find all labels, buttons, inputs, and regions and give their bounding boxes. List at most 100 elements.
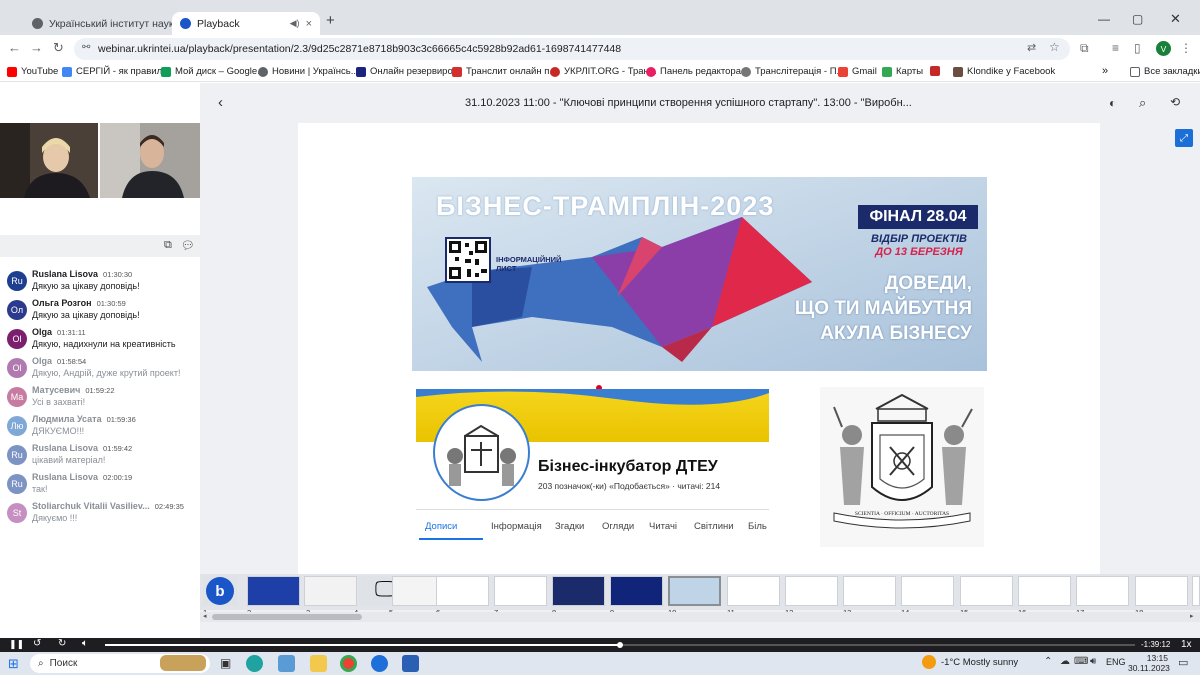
- extensions-icon[interactable]: ⧉: [1080, 41, 1089, 56]
- tab-info[interactable]: Інформація: [491, 521, 542, 532]
- tab-photos[interactable]: Світлини: [694, 521, 734, 532]
- bookmark-item[interactable]: [930, 66, 940, 76]
- bookmark-item[interactable]: Карты: [882, 66, 923, 77]
- forward-icon[interactable]: ↻: [58, 638, 66, 649]
- rewind-icon[interactable]: ↺: [33, 638, 41, 649]
- windows-start-icon[interactable]: ⊞: [8, 656, 19, 672]
- network-icon[interactable]: ⌨: [1074, 656, 1088, 667]
- cloud-icon[interactable]: ☁: [1060, 656, 1070, 667]
- search-icon[interactable]: ⌕: [1139, 95, 1146, 111]
- bookmark-item[interactable]: Транслит онлайн п...: [452, 66, 557, 77]
- weather-icon[interactable]: [922, 655, 936, 669]
- thumbnail-3[interactable]: [304, 576, 357, 606]
- copy-icon[interactable]: ⧉: [164, 239, 172, 252]
- theme-toggle-icon[interactable]: ◐: [1109, 96, 1116, 110]
- tab-playback[interactable]: Playback ◀) ×: [172, 12, 320, 35]
- progress-handle[interactable]: [617, 642, 623, 648]
- reload-icon[interactable]: ↻: [53, 40, 64, 56]
- thumbnails-scrollbar[interactable]: ◂ ▸: [200, 612, 1200, 622]
- site-info-icon[interactable]: ⚯: [82, 42, 90, 53]
- translate-icon[interactable]: ⇄: [1027, 41, 1036, 54]
- tray-chevron-icon[interactable]: ⌃: [1044, 656, 1052, 667]
- scroll-left-icon[interactable]: ◂: [203, 612, 207, 620]
- thumbnail-8[interactable]: [552, 576, 605, 606]
- task-view-icon[interactable]: ▣: [220, 656, 231, 670]
- scroll-right-icon[interactable]: ▸: [1190, 612, 1194, 620]
- scrollbar-thumb[interactable]: [212, 614, 362, 620]
- back-chevron-icon[interactable]: ‹: [218, 94, 223, 111]
- chrome-icon[interactable]: [340, 655, 357, 672]
- thumbnail-15[interactable]: [960, 576, 1013, 606]
- thumbnail-19[interactable]: [1192, 576, 1200, 606]
- tab-ukrintei[interactable]: Український інститут науково- ×: [24, 12, 172, 35]
- minimize-button[interactable]: —: [1098, 12, 1110, 26]
- bookmark-item[interactable]: Мой диск – Google...: [161, 66, 265, 77]
- bookmark-item[interactable]: Новини | Українсь...: [258, 66, 359, 77]
- bookmark-item[interactable]: Gmail: [838, 66, 877, 77]
- file-explorer-icon[interactable]: [310, 655, 327, 672]
- clock[interactable]: 13:15 30.11.2023: [1128, 653, 1170, 673]
- thumbnail-11[interactable]: [727, 576, 780, 606]
- tab-followers[interactable]: Читачі: [649, 521, 677, 532]
- tab-title: Playback: [197, 17, 240, 30]
- notifications-icon[interactable]: ▭: [1178, 656, 1188, 669]
- message-text: Усі в захваті!: [32, 397, 86, 407]
- edge-icon[interactable]: [246, 655, 263, 672]
- all-bookmarks-button[interactable]: Все закладки: [1130, 66, 1200, 77]
- language-indicator[interactable]: ENG: [1106, 657, 1126, 667]
- thumbnail-1[interactable]: b: [203, 576, 237, 606]
- app-icon[interactable]: [371, 655, 388, 672]
- weather-text[interactable]: -1°C Mostly sunny: [941, 657, 1018, 668]
- bookmark-item[interactable]: Klondike у Facebook: [953, 66, 1055, 77]
- menu-icon[interactable]: ⋮: [1180, 41, 1192, 55]
- bookmark-item[interactable]: Транслітерація - П...: [741, 66, 844, 77]
- bookmark-item[interactable]: Онлайн резервиро...: [356, 66, 461, 77]
- tab-more[interactable]: Біль: [748, 521, 767, 532]
- playback-speed[interactable]: 1x: [1181, 639, 1192, 650]
- thumbnail-7[interactable]: [494, 576, 547, 606]
- pause-icon[interactable]: ❚❚: [9, 639, 24, 650]
- thumbnail-17[interactable]: [1076, 576, 1129, 606]
- chat-bubble-icon[interactable]: 💬︎: [181, 239, 195, 252]
- star-icon[interactable]: ☆: [1049, 40, 1060, 54]
- volume-icon[interactable]: 🔈︎: [82, 638, 88, 649]
- thumbnail-16[interactable]: [1018, 576, 1071, 606]
- thumbnail-9[interactable]: [610, 576, 663, 606]
- forward-icon[interactable]: →: [30, 40, 43, 55]
- progress-track[interactable]: [105, 642, 1135, 648]
- sender-name: Ruslana Lisova: [32, 269, 99, 279]
- tab-posts[interactable]: Дописи: [425, 521, 457, 532]
- thumbnail-13[interactable]: [843, 576, 896, 606]
- thumbnail-14[interactable]: [901, 576, 954, 606]
- media-icon[interactable]: ≡: [1112, 41, 1119, 55]
- thumbnail-12[interactable]: [785, 576, 838, 606]
- thumbnail-2[interactable]: [247, 576, 300, 606]
- profile-avatar[interactable]: V: [1156, 41, 1171, 56]
- taskbar-search[interactable]: ⌕ Поиск: [30, 654, 210, 673]
- new-tab-button[interactable]: +: [326, 12, 335, 29]
- bookmarks-more-button[interactable]: »: [1102, 65, 1108, 77]
- store-icon[interactable]: [278, 655, 295, 672]
- thumbnail-18[interactable]: [1135, 576, 1188, 606]
- bookmark-item[interactable]: УКРЛІТ.ORG - Тран...: [550, 66, 657, 77]
- fullscreen-button[interactable]: ⤢: [1175, 129, 1193, 147]
- tab-mentions[interactable]: Згадки: [555, 521, 584, 532]
- webcam-video-2[interactable]: [100, 123, 200, 198]
- swap-layout-icon[interactable]: ⟲: [1170, 95, 1180, 109]
- url-field[interactable]: ⚯ webinar.ukrintei.ua/playback/presentat…: [74, 38, 1070, 60]
- close-icon[interactable]: ×: [306, 18, 312, 30]
- speaker-icon[interactable]: ◀): [290, 18, 300, 29]
- thumbnail-10-active[interactable]: [668, 576, 721, 606]
- tab-reviews[interactable]: Огляди: [602, 521, 634, 532]
- word-icon[interactable]: [402, 655, 419, 672]
- bookmark-item[interactable]: Панель редактора...: [646, 66, 749, 77]
- bookmark-item[interactable]: СЕРГІЙ - як правил...: [62, 66, 170, 77]
- back-icon[interactable]: ←: [8, 40, 21, 55]
- thumbnail-6[interactable]: [436, 576, 489, 606]
- sidepanel-icon[interactable]: ▯: [1134, 41, 1141, 55]
- bookmark-item[interactable]: YouTube: [7, 66, 58, 77]
- window-close-button[interactable]: ✕: [1170, 11, 1181, 27]
- speaker-icon[interactable]: 🔊︎: [1090, 656, 1096, 667]
- maximize-button[interactable]: ▢: [1132, 12, 1143, 26]
- webcam-video-1[interactable]: [0, 123, 98, 198]
